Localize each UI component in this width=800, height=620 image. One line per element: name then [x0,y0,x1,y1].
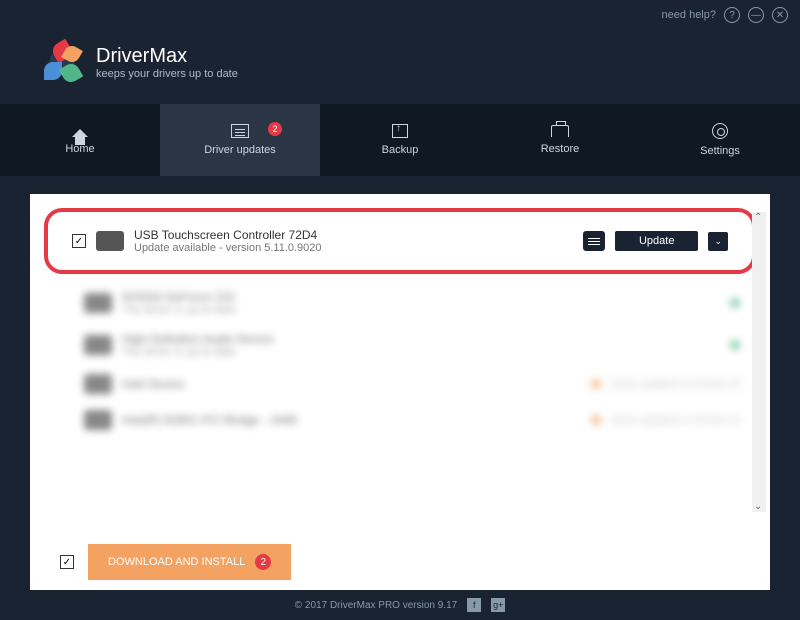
scrollbar[interactable] [752,212,766,512]
list-item: Intel Device Driver updated on 03-Nov-16 [48,366,752,402]
driver-list: ✓ USB Touchscreen Controller 72D4 Update… [30,194,770,534]
driver-name: USB Touchscreen Controller 72D4 [134,228,573,242]
driver-meta: Driver updated on 03-Nov-16 [611,415,740,426]
tab-restore[interactable]: Restore [480,104,640,176]
driver-name: NVIDIA GeForce 210 [122,290,714,304]
app-logo [40,40,84,84]
status-dot [591,379,601,389]
gear-icon [712,123,728,139]
tab-backup[interactable]: Backup [320,104,480,176]
driver-checkbox[interactable]: ✓ [72,234,86,248]
list-item: NVIDIA GeForce 210The driver is up-to-da… [48,282,752,324]
google-plus-icon[interactable]: g+ [491,598,505,612]
device-icon [96,231,124,251]
driver-name: High Definition Audio Device [122,332,714,346]
device-icon [84,374,112,394]
highlighted-driver: ✓ USB Touchscreen Controller 72D4 Update… [44,208,756,274]
header: DriverMax keeps your drivers up to date [0,30,800,104]
list-item: Intel(R) 82801 PCI Bridge - 244E Driver … [48,402,752,438]
tab-settings[interactable]: Settings [640,104,800,176]
facebook-icon[interactable]: f [467,598,481,612]
minimize-button[interactable]: — [748,7,764,23]
update-dropdown[interactable]: ⌄ [708,232,728,251]
install-badge: 2 [255,554,271,570]
driver-status: Update available - version 5.11.0.9020 [134,242,573,254]
tab-bar: Home Driver updates 2 Backup Restore Set… [0,104,800,176]
driver-meta: Driver updated on 03-Nov-16 [611,379,740,390]
device-icon [84,293,112,313]
tab-label: Driver updates [204,144,276,156]
list-item: High Definition Audio DeviceThe driver i… [48,324,752,366]
select-all-checkbox[interactable]: ✓ [60,555,74,569]
device-icon [84,410,112,430]
details-button[interactable] [583,231,605,251]
device-icon [84,335,112,355]
update-button[interactable]: Update [615,231,698,251]
driver-name: Intel Device [122,377,575,391]
folder-icon [551,125,569,137]
app-tagline: keeps your drivers up to date [96,68,238,80]
tab-driver-updates[interactable]: Driver updates 2 [160,104,320,176]
list-icon [231,124,249,138]
help-icon[interactable]: ? [724,7,740,23]
tab-label: Restore [541,143,580,155]
status-dot [730,340,740,350]
driver-status: The driver is up-to-date [122,304,714,316]
download-install-button[interactable]: DOWNLOAD AND INSTALL 2 [88,544,291,580]
driver-name: Intel(R) 82801 PCI Bridge - 244E [122,413,575,427]
driver-status: The driver is up-to-date [122,346,714,358]
tab-label: Settings [700,145,740,157]
close-button[interactable]: ✕ [772,7,788,23]
copyright: © 2017 DriverMax PRO version 9.17 [295,600,457,611]
help-link[interactable]: need help? [662,9,716,21]
backup-icon [392,124,408,138]
install-label: DOWNLOAD AND INSTALL [108,556,245,568]
updates-badge: 2 [268,122,282,136]
status-dot [591,415,601,425]
tab-label: Backup [382,144,419,156]
status-dot [730,298,740,308]
app-name: DriverMax [96,45,238,68]
home-icon [72,121,88,137]
tab-home[interactable]: Home [0,104,160,176]
